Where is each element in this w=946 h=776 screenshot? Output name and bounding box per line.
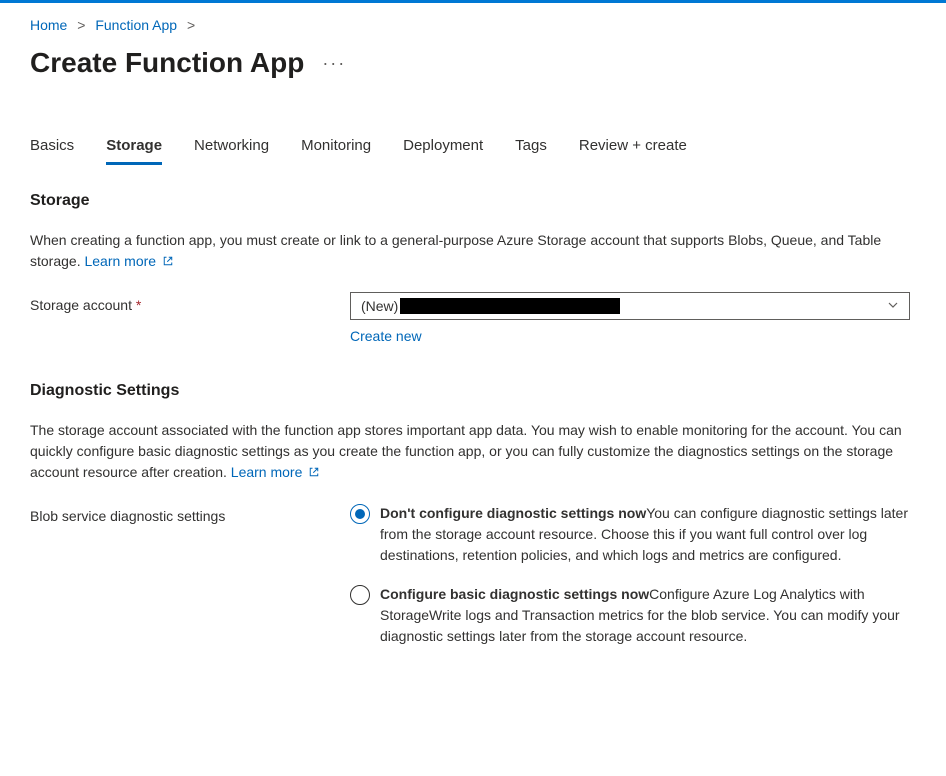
tab-networking[interactable]: Networking — [194, 129, 269, 165]
radio-input[interactable] — [350, 585, 370, 605]
external-link-icon — [162, 255, 174, 267]
page-title: Create Function App — [30, 47, 304, 79]
diagnostic-section: Diagnostic Settings The storage account … — [30, 382, 916, 665]
radio-option-dont-configure[interactable]: Don't configure diagnostic settings nowY… — [350, 503, 910, 566]
storage-section: Storage When creating a function app, yo… — [30, 192, 916, 344]
breadcrumb-separator: > — [187, 17, 195, 33]
blob-diagnostic-label: Blob service diagnostic settings — [30, 503, 350, 524]
radio-label: Configure basic diagnostic settings nowC… — [380, 584, 910, 647]
page-title-row: Create Function App ··· — [30, 41, 916, 93]
storage-account-label: Storage account * — [30, 292, 350, 313]
diagnostic-heading: Diagnostic Settings — [30, 382, 916, 400]
tab-deployment[interactable]: Deployment — [403, 129, 483, 165]
radio-label: Don't configure diagnostic settings nowY… — [380, 503, 910, 566]
radio-input[interactable] — [350, 504, 370, 524]
tab-review-create[interactable]: Review + create — [579, 129, 687, 165]
breadcrumb: Home > Function App > — [30, 3, 916, 41]
tab-tags[interactable]: Tags — [515, 129, 547, 165]
tab-basics[interactable]: Basics — [30, 129, 74, 165]
diagnostic-learn-more-link[interactable]: Learn more — [231, 464, 320, 480]
chevron-down-icon — [887, 299, 899, 314]
storage-description: When creating a function app, you must c… — [30, 230, 916, 272]
storage-account-row: Storage account * (New) Create new — [30, 292, 916, 344]
radio-option-configure-basic[interactable]: Configure basic diagnostic settings nowC… — [350, 584, 910, 647]
more-actions-button[interactable]: ··· — [322, 53, 346, 74]
breadcrumb-link-home[interactable]: Home — [30, 17, 67, 33]
breadcrumb-link-function-app[interactable]: Function App — [95, 17, 177, 33]
external-link-icon — [308, 466, 320, 478]
blob-diagnostic-row: Blob service diagnostic settings Don't c… — [30, 503, 916, 665]
storage-heading: Storage — [30, 192, 916, 210]
storage-learn-more-link[interactable]: Learn more — [84, 253, 173, 269]
diagnostic-description: The storage account associated with the … — [30, 420, 916, 483]
storage-account-select[interactable]: (New) — [350, 292, 910, 320]
tab-storage[interactable]: Storage — [106, 129, 162, 165]
storage-account-value-redacted — [400, 298, 620, 314]
required-indicator: * — [136, 297, 141, 313]
tabs: Basics Storage Networking Monitoring Dep… — [30, 129, 916, 166]
tab-monitoring[interactable]: Monitoring — [301, 129, 371, 165]
create-new-link[interactable]: Create new — [350, 328, 422, 344]
diagnostic-radio-group: Don't configure diagnostic settings nowY… — [350, 503, 910, 647]
breadcrumb-separator: > — [77, 17, 85, 33]
storage-account-value-prefix: (New) — [361, 298, 398, 314]
